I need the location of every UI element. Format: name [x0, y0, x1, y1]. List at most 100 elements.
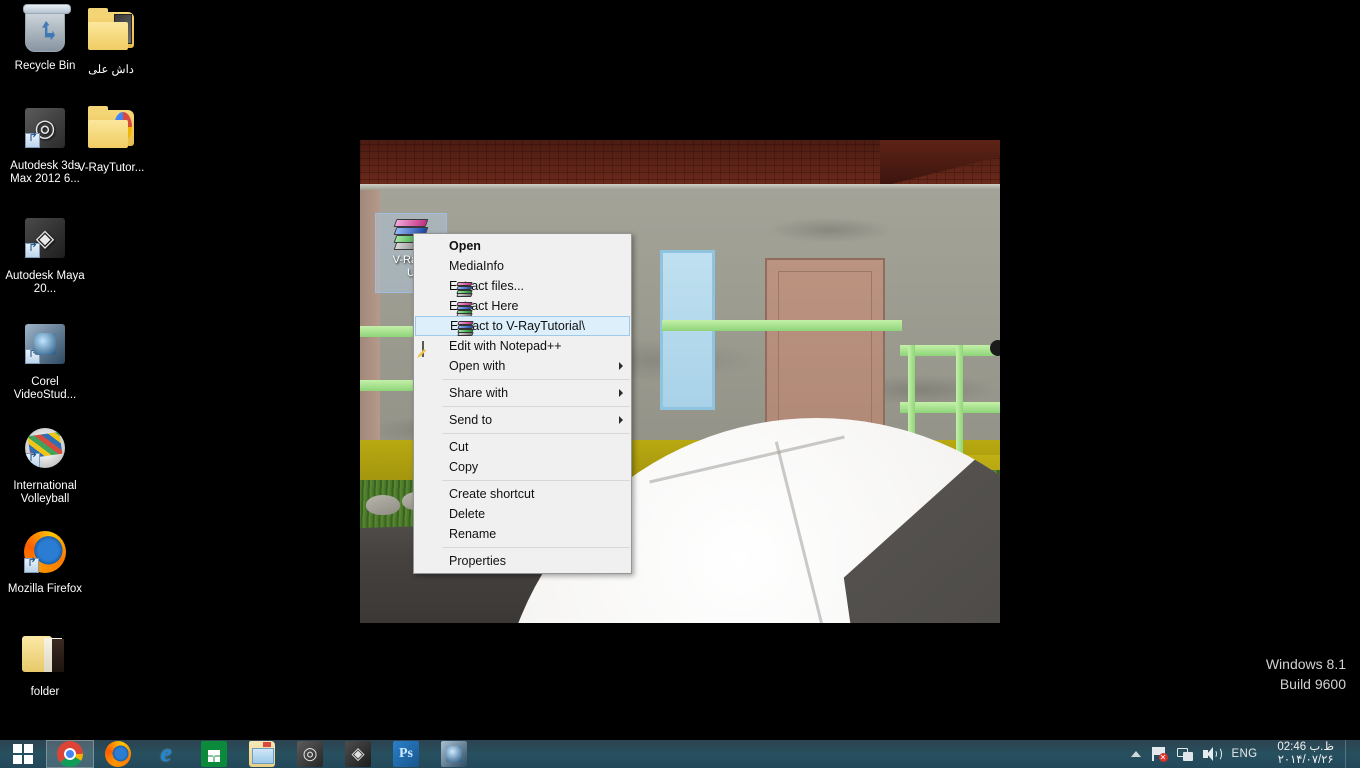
chevron-up-icon — [1130, 751, 1141, 757]
autodesk-maya-icon: ◈ — [345, 741, 371, 767]
network-button[interactable] — [1172, 740, 1198, 768]
taskbar-button-autodesk-3ds-max[interactable]: ◎ — [286, 740, 334, 768]
autodesk-maya-icon: ◈ — [21, 218, 69, 266]
show-desktop-button[interactable] — [1345, 740, 1354, 768]
context-menu-item-label: Copy — [449, 460, 479, 474]
context-menu[interactable]: Open MediaInfo Extract files... Extract … — [413, 233, 632, 574]
context-menu-item-label: Rename — [449, 527, 497, 541]
chevron-right-icon — [619, 416, 623, 424]
taskbar-button-google-chrome[interactable] — [46, 740, 94, 768]
desktop-icon-label: Autodesk Maya 20... — [5, 270, 85, 295]
volume-button[interactable] — [1198, 740, 1225, 768]
taskbar[interactable]: e ◎ ◈ Ps ✕ ENG 02:46 ظ.ب ٢٠١۴/٠٧/٢۶ — [0, 740, 1360, 768]
folder-pictures-icon — [87, 8, 135, 60]
autodesk-3ds-max-icon: ◎ — [297, 741, 323, 767]
watermark-line-1: Windows 8.1 — [1265, 656, 1346, 672]
ball-dark-panel — [843, 448, 1000, 623]
system-tray[interactable]: ✕ ENG 02:46 ظ.ب ٢٠١۴/٠٧/٢۶ — [1126, 740, 1360, 768]
desktop-icon-label: V-RayTutor... — [77, 162, 145, 174]
recycle-bin-icon — [21, 4, 71, 56]
context-menu-item-label: Open with — [449, 359, 506, 373]
shortcut-overlay-icon — [24, 556, 39, 573]
desktop[interactable]: Recycle Bin داش على ◎ Autodesk 3ds Max 2… — [0, 0, 1360, 740]
context-menu-item-label: Send to — [449, 413, 493, 427]
desktop-icon-international-volleyball[interactable]: International Volleyball — [2, 424, 88, 506]
context-menu-item-delete[interactable]: Delete — [414, 504, 631, 524]
taskbar-button-corel-videostudio[interactable] — [430, 740, 478, 768]
clock-time: 02:46 ظ.ب — [1277, 741, 1334, 753]
volume-icon — [1202, 747, 1222, 761]
desktop-icon-folder[interactable]: folder — [2, 628, 88, 699]
desktop-icon-mozilla-firefox[interactable]: Mozilla Firefox — [2, 528, 88, 596]
wallpaper-stone-1 — [366, 495, 400, 515]
context-menu-item-mediainfo[interactable]: MediaInfo — [414, 256, 631, 276]
notepadpp-icon — [422, 339, 438, 357]
corel-videostudio-icon — [441, 741, 467, 767]
shortcut-overlay-icon — [25, 347, 40, 364]
context-menu-item-extract-here[interactable]: Extract Here — [414, 296, 631, 317]
taskbar-button-file-explorer[interactable] — [238, 740, 286, 768]
language-indicator[interactable]: ENG — [1225, 740, 1265, 768]
context-menu-item-extract-files[interactable]: Extract files... — [414, 276, 631, 297]
internet-explorer-icon: e — [160, 740, 172, 767]
context-menu-item-share-with[interactable]: Share with — [414, 383, 631, 403]
taskbar-button-adobe-photoshop[interactable]: Ps — [382, 740, 430, 768]
context-menu-item-label: Properties — [449, 554, 506, 568]
ball-seam-3 — [774, 441, 839, 623]
adobe-photoshop-icon: Ps — [393, 741, 419, 767]
context-menu-item-rename[interactable]: Rename — [414, 524, 631, 544]
desktop-icon-vraytutorial-folder[interactable]: V-RayTutor... — [68, 104, 154, 175]
taskbar-button-internet-explorer[interactable]: e — [142, 740, 190, 768]
windows-activation-watermark: Windows 8.1 Build 9600 — [1266, 654, 1346, 694]
corel-videostudio-icon — [21, 324, 69, 372]
show-hidden-icons-button[interactable] — [1126, 740, 1146, 768]
desktop-icon-label: folder — [30, 686, 60, 698]
context-menu-item-extract-to-folder[interactable]: Extract to V-RayTutorial\ — [415, 316, 630, 336]
context-menu-separator — [442, 406, 630, 407]
context-menu-item-send-to[interactable]: Send to — [414, 410, 631, 430]
start-button[interactable] — [0, 740, 46, 768]
windows-logo-icon — [13, 744, 33, 764]
desktop-icon-dash-ali-folder[interactable]: داش على — [68, 6, 154, 77]
watermark-line-2: Build 9600 — [1279, 676, 1346, 692]
context-menu-item-cut[interactable]: Cut — [414, 437, 631, 457]
desktop-icon-label: Corel VideoStud... — [13, 376, 77, 401]
action-center-button[interactable]: ✕ — [1146, 740, 1172, 768]
context-menu-item-create-shortcut[interactable]: Create shortcut — [414, 484, 631, 504]
taskbar-button-autodesk-maya[interactable]: ◈ — [334, 740, 382, 768]
context-menu-item-properties[interactable]: Properties — [414, 551, 631, 571]
windows-store-icon — [201, 741, 227, 767]
taskbar-app-buttons[interactable]: e ◎ ◈ Ps — [46, 740, 478, 768]
chevron-right-icon — [619, 362, 623, 370]
context-menu-item-edit-with-notepadpp[interactable]: Edit with Notepad++ — [414, 336, 631, 357]
wallpaper-rail-4 — [900, 345, 1000, 356]
taskbar-button-mozilla-firefox[interactable] — [94, 740, 142, 768]
mozilla-firefox-icon — [21, 531, 69, 579]
context-menu-separator — [442, 480, 630, 481]
shortcut-overlay-icon — [25, 451, 40, 468]
context-menu-item-copy[interactable]: Copy — [414, 457, 631, 477]
context-menu-item-label: Edit with Notepad++ — [449, 339, 562, 353]
context-menu-separator — [442, 547, 630, 548]
clock-button[interactable]: 02:46 ظ.ب ٢٠١۴/٠٧/٢۶ — [1264, 740, 1345, 768]
desktop-icon-label: International Volleyball — [13, 480, 77, 505]
context-menu-item-open-with[interactable]: Open with — [414, 356, 631, 376]
shortcut-overlay-icon — [25, 241, 40, 258]
context-menu-item-label: Open — [449, 239, 481, 253]
chevron-right-icon — [619, 389, 623, 397]
shortcut-overlay-icon — [25, 131, 40, 148]
context-menu-item-label: Cut — [449, 440, 469, 454]
open-folder-icon — [21, 634, 69, 682]
desktop-icon-label: داش على — [88, 64, 134, 76]
desktop-icon-corel-videostudio[interactable]: Corel VideoStud... — [2, 320, 88, 402]
folder-chrome-icon — [87, 106, 135, 158]
taskbar-button-windows-store[interactable] — [190, 740, 238, 768]
context-menu-item-open[interactable]: Open — [414, 236, 631, 256]
clock-date: ٢٠١۴/٠٧/٢۶ — [1277, 754, 1334, 766]
context-menu-separator — [442, 433, 630, 434]
google-chrome-icon — [57, 741, 83, 767]
wallpaper-knob — [990, 340, 1000, 356]
context-menu-separator — [442, 379, 630, 380]
desktop-icon-label: Mozilla Firefox — [7, 583, 83, 595]
desktop-icon-autodesk-maya[interactable]: ◈ Autodesk Maya 20... — [2, 214, 88, 296]
